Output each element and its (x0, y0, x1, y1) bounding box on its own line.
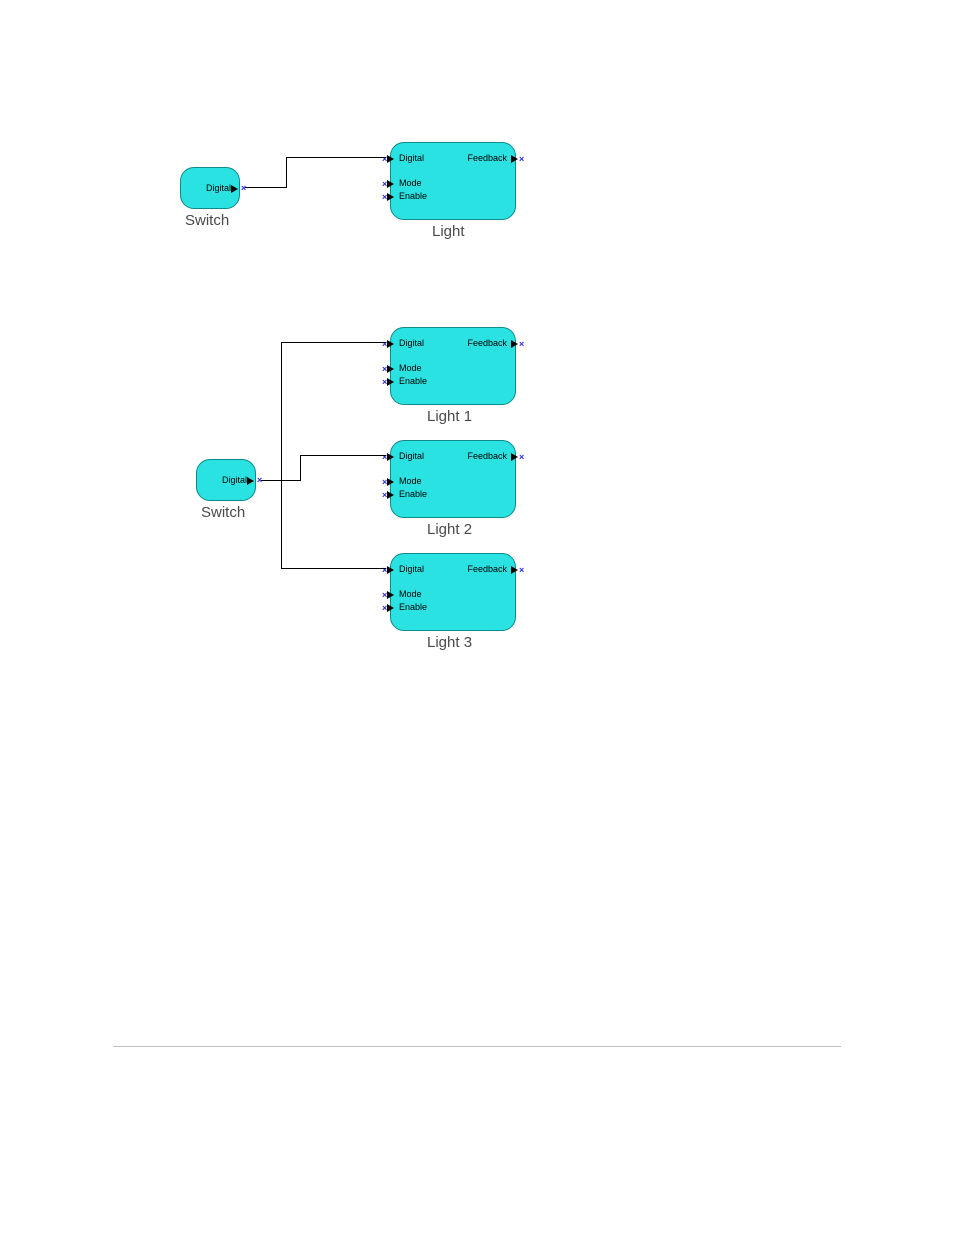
light-input-tri-icon (387, 155, 394, 163)
l2-enable-x-icon: × (382, 491, 387, 500)
diagram2-switch-label: Switch (201, 504, 245, 521)
l1-port-enable: Enable (399, 376, 427, 387)
l2-out-x-icon: × (519, 453, 524, 462)
l3-enable-x-icon: × (382, 604, 387, 613)
l3-out-x-icon: × (519, 566, 524, 575)
l3-port-feedback: Feedback (467, 564, 507, 575)
diagram1-light-block: × Digital × Mode × Enable Feedback × (390, 142, 516, 220)
wire-d2-branch-light1 (281, 342, 386, 343)
switch-port-digital-label: Digital (206, 183, 231, 194)
light-enable-tri-icon (387, 193, 394, 201)
wire-d2-seg-switch (261, 480, 281, 481)
l1-port-digital: Digital (399, 338, 424, 349)
light-port-digital-label: Digital (399, 153, 424, 164)
l2-out-tri-icon (511, 453, 518, 461)
light-enable-x-icon: × (382, 193, 387, 202)
l3-port-digital: Digital (399, 564, 424, 575)
l2-mode-x-icon: × (382, 478, 387, 487)
l1-port-mode: Mode (399, 363, 422, 374)
wire-d2-branch-light2-h (300, 455, 386, 456)
l2-enable-tri-icon (387, 491, 394, 499)
l1-out-tri-icon (511, 340, 518, 348)
l3-port-enable: Enable (399, 602, 427, 613)
switch-output-x-icon: × (241, 184, 246, 193)
light-port-enable-label: Enable (399, 191, 427, 202)
l2-digital-tri-icon (387, 453, 394, 461)
diagram-page: Digital × Switch × Digital × Mode × Enab… (0, 0, 954, 1235)
l3-mode-tri-icon (387, 591, 394, 599)
switch2-output-port-icon (247, 477, 254, 485)
wire-d2-branch-light3 (281, 568, 386, 569)
l1-port-feedback: Feedback (467, 338, 507, 349)
diagram1-switch-label: Switch (185, 212, 229, 229)
l3-mode-x-icon: × (382, 591, 387, 600)
l2-port-mode: Mode (399, 476, 422, 487)
l2-mode-tri-icon (387, 478, 394, 486)
l3-enable-tri-icon (387, 604, 394, 612)
l2-port-enable: Enable (399, 489, 427, 500)
l1-enable-x-icon: × (382, 378, 387, 387)
diagram1-light-label: Light (432, 223, 465, 240)
switch2-port-digital-label: Digital (222, 475, 247, 486)
light-mode-x-icon: × (382, 180, 387, 189)
l1-mode-tri-icon (387, 365, 394, 373)
l2-port-digital: Digital (399, 451, 424, 462)
diagram2-light1-block: × Digital × Mode × Enable Feedback × (390, 327, 516, 405)
l3-port-mode: Mode (399, 589, 422, 600)
light-port-feedback-label: Feedback (467, 153, 507, 164)
diagram2-light2-block: × Digital × Mode × Enable Feedback × (390, 440, 516, 518)
diagram2-switch-block: Digital × (196, 459, 256, 501)
diagram2-light3-block: × Digital × Mode × Enable Feedback × (390, 553, 516, 631)
wire-d2-branch-light2-v (300, 455, 301, 481)
l2-port-feedback: Feedback (467, 451, 507, 462)
l1-mode-x-icon: × (382, 365, 387, 374)
l3-out-tri-icon (511, 566, 518, 574)
light-output-x-icon: × (519, 155, 524, 164)
light-output-tri-icon (511, 155, 518, 163)
l1-out-x-icon: × (519, 340, 524, 349)
light-port-mode-label: Mode (399, 178, 422, 189)
wire-d1-seg1 (245, 187, 287, 188)
footer-rule (113, 1046, 841, 1047)
diagram2-light1-label: Light 1 (427, 408, 472, 425)
l1-enable-tri-icon (387, 378, 394, 386)
switch-output-port-icon (231, 185, 238, 193)
diagram1-switch-block: Digital × (180, 167, 240, 209)
light-mode-tri-icon (387, 180, 394, 188)
wire-d1-seg3 (286, 157, 386, 158)
wire-d2-branch-light2-stub (281, 480, 301, 481)
l1-digital-tri-icon (387, 340, 394, 348)
diagram2-light2-label: Light 2 (427, 521, 472, 538)
diagram2-light3-label: Light 3 (427, 634, 472, 651)
wire-d2-bus-vertical (281, 342, 282, 569)
l3-digital-tri-icon (387, 566, 394, 574)
wire-d1-seg2 (286, 157, 287, 188)
